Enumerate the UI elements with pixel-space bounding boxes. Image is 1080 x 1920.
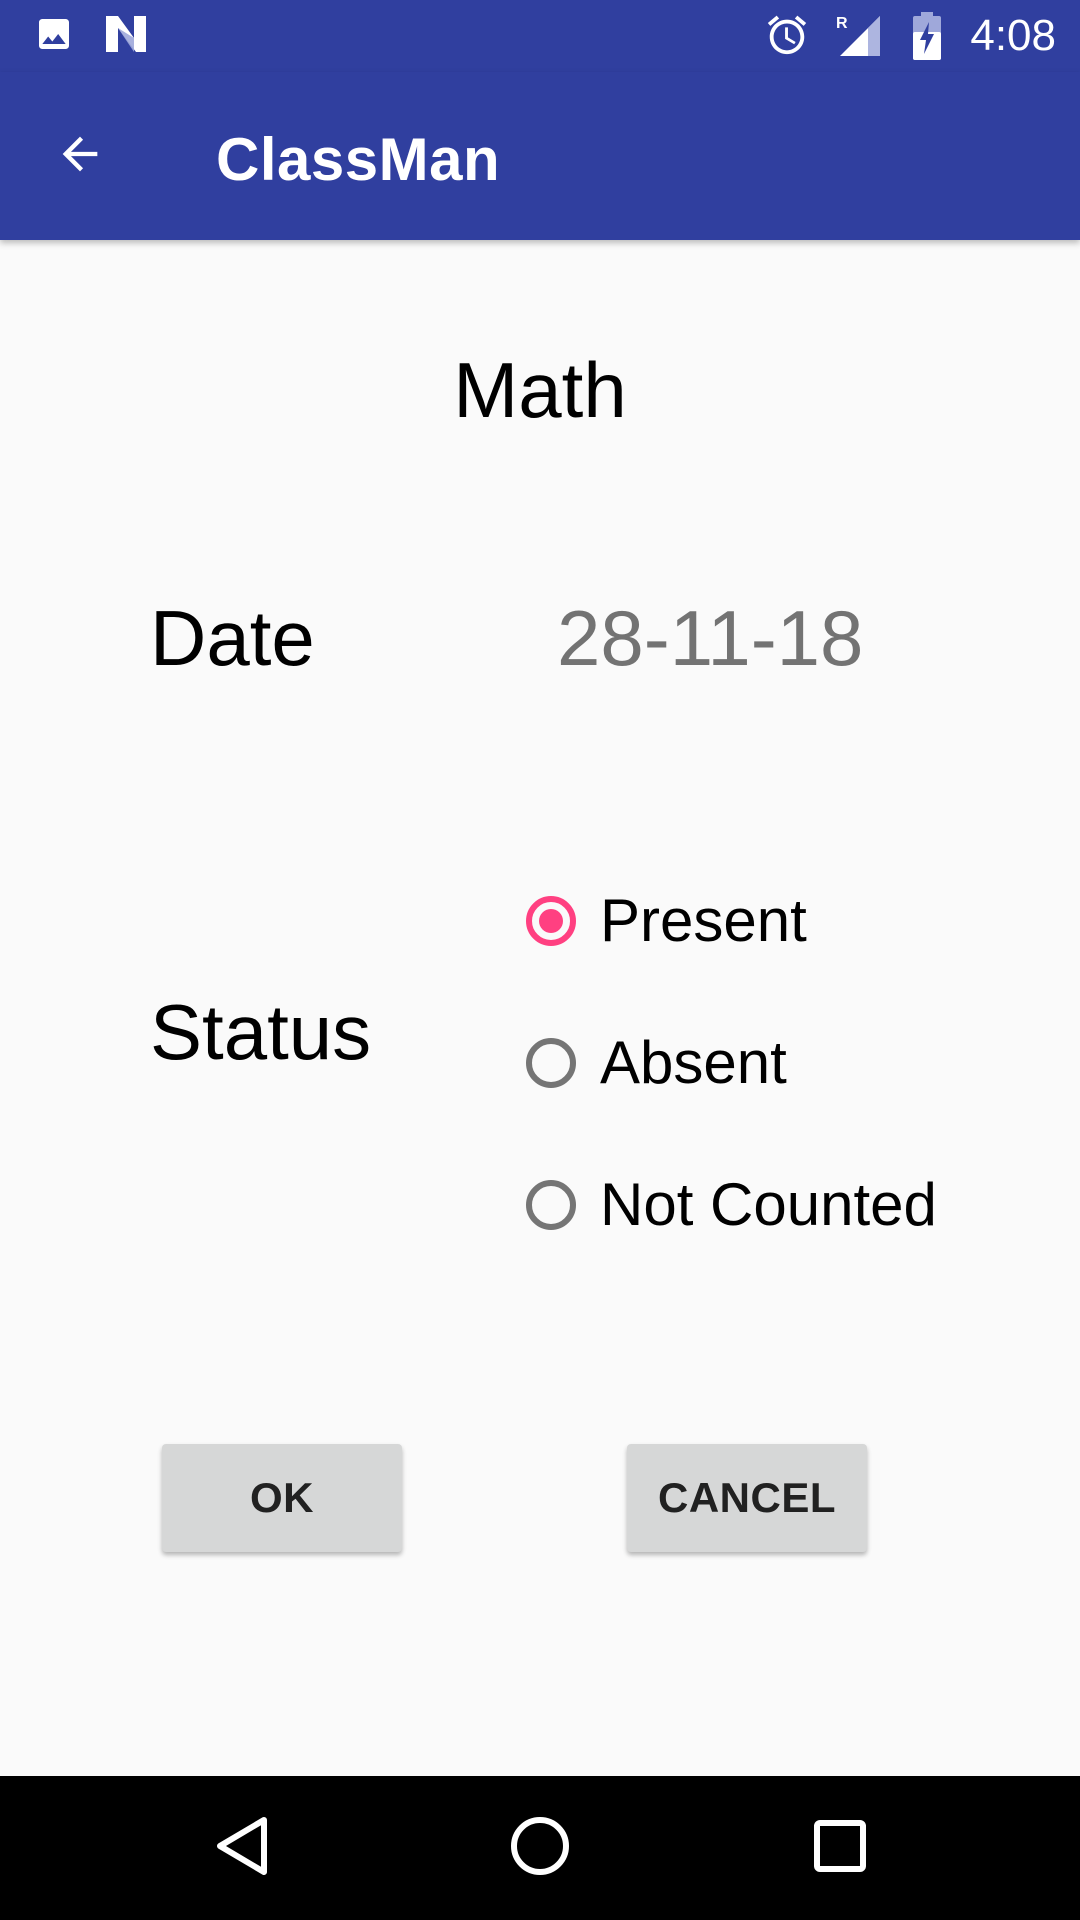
status-time: 4:08: [970, 11, 1056, 60]
back-triangle-icon: [214, 1816, 270, 1881]
nav-recents-button[interactable]: [804, 1812, 876, 1884]
ok-button[interactable]: OK: [162, 1444, 402, 1552]
radio-not-counted[interactable]: Not Counted: [520, 1134, 1060, 1276]
nav-back-button[interactable]: [206, 1812, 278, 1884]
home-circle-icon: [510, 1816, 570, 1881]
subject-title: Math: [453, 346, 627, 434]
system-nav-bar: [0, 1776, 1080, 1920]
svg-text:R: R: [836, 15, 848, 32]
back-button[interactable]: [44, 120, 116, 192]
image-icon: [34, 14, 74, 59]
radio-present[interactable]: Present: [520, 850, 1060, 992]
alarm-icon: [764, 12, 810, 63]
arrow-back-icon: [54, 128, 106, 185]
status-label: Status: [150, 988, 372, 1076]
signal-roaming-icon: R: [834, 12, 882, 63]
radio-button-unchecked-icon: [526, 1038, 576, 1088]
radio-label: Present: [600, 887, 807, 954]
date-label: Date: [150, 594, 315, 682]
date-value[interactable]: 28-11-18: [557, 588, 863, 688]
app-bar: ClassMan: [0, 72, 1080, 240]
radio-button-checked-icon: [526, 896, 576, 946]
recents-square-icon: [814, 1819, 866, 1877]
battery-charging-icon: [912, 12, 942, 65]
attendance-form: Math Date 28-11-18 Status Present Absent…: [0, 240, 1080, 1776]
status-bar: R 4:08: [0, 0, 1080, 72]
radio-label: Not Counted: [600, 1171, 937, 1238]
radio-label: Absent: [600, 1029, 787, 1096]
radio-button-unchecked-icon: [526, 1180, 576, 1230]
status-radio-group: Present Absent Not Counted: [520, 850, 1060, 1276]
nav-home-button[interactable]: [504, 1812, 576, 1884]
cancel-button[interactable]: CANCEL: [627, 1444, 867, 1552]
app-title: ClassMan: [216, 126, 501, 193]
radio-absent[interactable]: Absent: [520, 992, 1060, 1134]
n-notification-icon: [104, 14, 148, 59]
